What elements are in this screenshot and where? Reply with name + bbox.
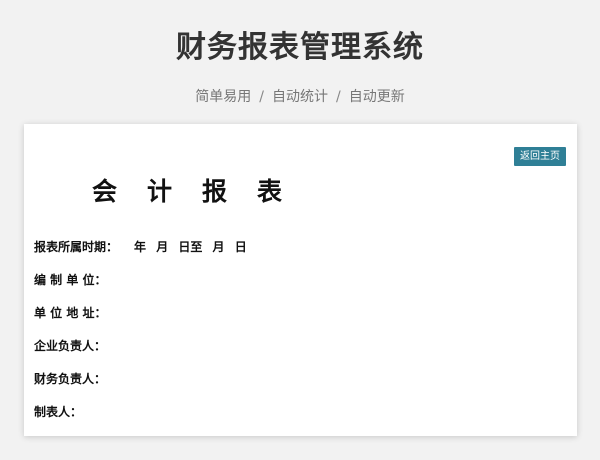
report-title-char: 表	[257, 177, 289, 206]
field-label: 单 位 地 址：	[34, 306, 107, 320]
report-title-char: 会	[92, 177, 124, 206]
field-label: 制表人：	[34, 405, 83, 419]
separator: /	[336, 89, 341, 105]
feature-auto-update: 自动更新	[348, 89, 405, 105]
report-card: 返回主页 会计报表 报表所属时期： 年 月 日至 月 日 编 制 单 位： 单 位…	[24, 124, 577, 436]
app-title: 财务报表管理系统	[176, 30, 424, 65]
field-value: 年 月 日至 月 日	[134, 240, 247, 254]
field-label: 企业负责人：	[34, 339, 107, 353]
field-preparing-unit: 编 制 单 位：	[34, 271, 107, 288]
field-label: 编 制 单 位：	[34, 273, 107, 287]
field-label: 报表所属时期：	[34, 240, 119, 254]
page: 财务报表管理系统 简单易用 / 自动统计 / 自动更新 返回主页 会计报表 报表所属时期…	[0, 0, 600, 460]
field-report-period: 报表所属时期： 年 月 日至 月 日	[34, 238, 247, 255]
field-label: 财务负责人：	[34, 372, 107, 386]
feature-tagline: 简单易用 / 自动统计 / 自动更新	[0, 86, 600, 106]
field-unit-address: 单 位 地 址：	[34, 304, 107, 321]
report-title-char: 计	[147, 177, 179, 206]
feature-easy-to-use: 简单易用	[195, 89, 252, 105]
report-title-char: 报	[202, 177, 234, 206]
field-company-head: 企业负责人：	[34, 337, 106, 354]
report-title: 会计报表	[92, 172, 288, 208]
field-preparer: 制表人：	[34, 403, 82, 420]
separator: /	[259, 89, 264, 105]
field-finance-head: 财务负责人：	[34, 370, 106, 387]
feature-auto-statistics: 自动统计	[272, 89, 328, 105]
back-home-button[interactable]: 返回主页	[514, 147, 566, 166]
